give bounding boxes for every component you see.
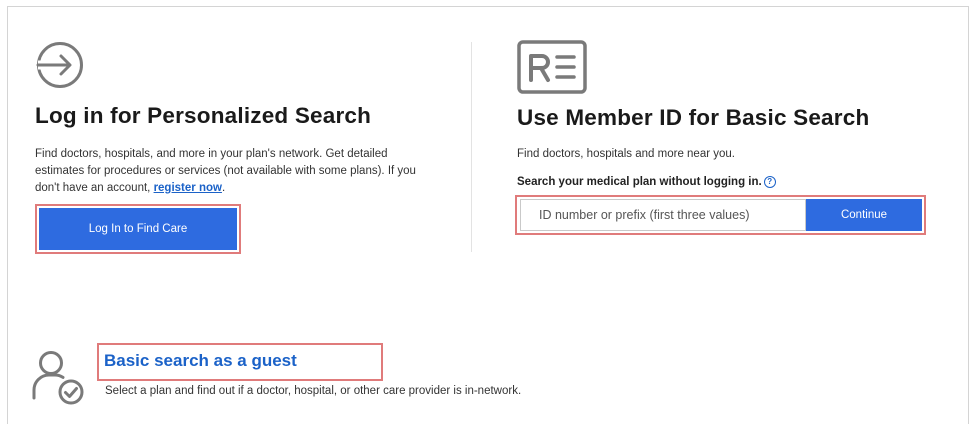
help-icon[interactable]: ? [763,176,776,188]
vertical-divider [471,42,472,252]
continue-button[interactable]: Continue [806,199,922,231]
member-id-section-title: Use Member ID for Basic Search [517,105,870,130]
login-section-title: Log in for Personalized Search [35,103,372,128]
member-id-description: Find doctors, hospitals and more near yo… [517,148,735,160]
member-id-input[interactable] [520,199,806,231]
log-in-to-find-care-button[interactable]: Log In to Find Care [39,208,237,250]
guest-search-description: Select a plan and find out if a doctor, … [105,385,522,397]
register-now-link[interactable]: register now [154,182,222,194]
id-card-icon [517,40,587,94]
login-description-end: . [221,182,226,194]
search-plan-label-text: Search your medical plan without logging… [517,176,762,188]
login-description-text: Find doctors, hospitals, and more in you… [35,148,416,194]
arrow-right-circle-icon [36,42,83,88]
user-check-icon [32,351,84,405]
login-description: Find doctors, hospitals, and more in you… [35,146,435,197]
basic-search-guest-link[interactable]: Basic search as a guest [104,351,297,371]
search-plan-label: Search your medical plan without logging… [517,176,776,188]
